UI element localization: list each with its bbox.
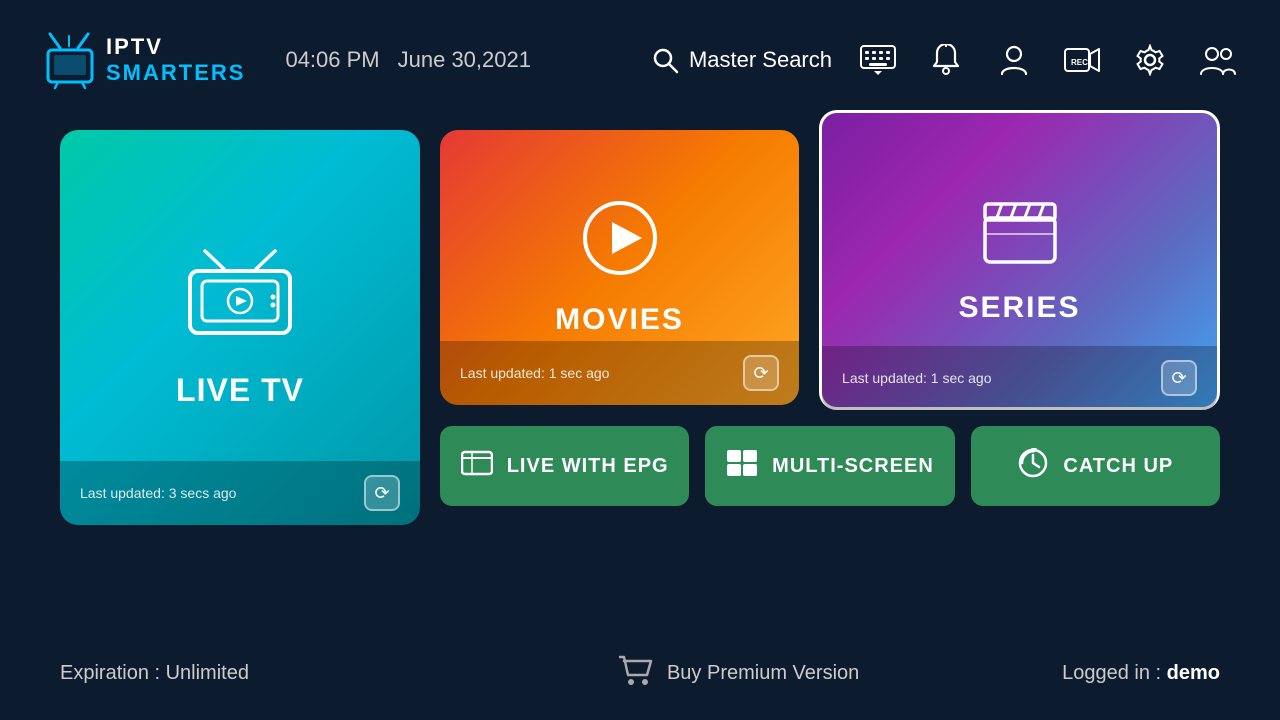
multi-screen-label: MULTI-SCREEN bbox=[772, 455, 934, 478]
buy-premium-button[interactable]: Buy Premium Version bbox=[619, 655, 859, 692]
recording-icon[interactable]: REC bbox=[1060, 38, 1104, 82]
logged-in-label: Logged in : bbox=[1062, 662, 1167, 684]
logged-in-username: demo bbox=[1167, 662, 1220, 684]
series-footer: Last updated: 1 sec ago ⟳ bbox=[822, 346, 1217, 410]
catch-up-button[interactable]: CATCH UP bbox=[971, 426, 1220, 506]
logo-icon bbox=[40, 30, 100, 90]
footer: Expiration : Unlimited Buy Premium Versi… bbox=[0, 655, 1280, 692]
logo-iptv: IPTV bbox=[106, 34, 245, 60]
multi-screen-button[interactable]: MULTI-SCREEN bbox=[705, 426, 954, 506]
master-search-button[interactable]: Master Search bbox=[651, 46, 832, 74]
settings-icon[interactable] bbox=[1128, 38, 1172, 82]
movies-icon bbox=[580, 198, 660, 291]
live-tv-refresh-button[interactable]: ⟳ bbox=[364, 475, 400, 511]
movies-last-updated: Last updated: 1 sec ago bbox=[460, 365, 609, 381]
right-column: MOVIES Last updated: 1 sec ago ⟳ bbox=[440, 130, 1220, 506]
live-tv-footer: Last updated: 3 secs ago ⟳ bbox=[60, 461, 420, 525]
notifications-icon[interactable] bbox=[924, 38, 968, 82]
live-tv-last-updated: Last updated: 3 secs ago bbox=[80, 485, 236, 501]
header-right: Master Search bbox=[651, 38, 1240, 82]
cards-row: LIVE TV Last updated: 3 secs ago ⟳ MOVIE bbox=[60, 130, 1220, 525]
series-label: SERIES bbox=[959, 291, 1081, 325]
live-epg-icon bbox=[461, 449, 493, 484]
movies-footer: Last updated: 1 sec ago ⟳ bbox=[440, 341, 799, 405]
logo-text: IPTV SMARTERS bbox=[106, 34, 245, 86]
search-icon bbox=[651, 46, 679, 74]
cart-icon bbox=[619, 655, 653, 692]
datetime: 04:06 PM June 30,2021 bbox=[285, 47, 531, 73]
movies-card[interactable]: MOVIES Last updated: 1 sec ago ⟳ bbox=[440, 130, 799, 405]
header: IPTV SMARTERS 04:06 PM June 30,2021 Mast… bbox=[0, 0, 1280, 120]
movies-label: MOVIES bbox=[555, 303, 684, 337]
live-epg-button[interactable]: LIVE WITH EPG bbox=[440, 426, 689, 506]
catch-up-icon bbox=[1017, 447, 1049, 486]
keyboard-icon[interactable] bbox=[856, 38, 900, 82]
search-label: Master Search bbox=[689, 47, 832, 73]
series-last-updated: Last updated: 1 sec ago bbox=[842, 370, 991, 386]
multi-user-icon[interactable] bbox=[1196, 38, 1240, 82]
logo-smarters: SMARTERS bbox=[106, 60, 245, 86]
logged-in-area: Logged in : demo bbox=[1062, 662, 1220, 685]
live-epg-label: LIVE WITH EPG bbox=[507, 455, 669, 478]
series-icon bbox=[980, 196, 1060, 279]
live-tv-label: LIVE TV bbox=[176, 372, 304, 409]
series-card[interactable]: SERIES Last updated: 1 sec ago ⟳ bbox=[819, 110, 1220, 410]
series-refresh-button[interactable]: ⟳ bbox=[1161, 360, 1197, 396]
multi-screen-icon bbox=[726, 449, 758, 484]
time-display: 04:06 PM bbox=[285, 47, 379, 73]
catch-up-label: CATCH UP bbox=[1063, 455, 1173, 478]
movies-refresh-button[interactable]: ⟳ bbox=[743, 355, 779, 391]
right-top-row: MOVIES Last updated: 1 sec ago ⟳ bbox=[440, 130, 1220, 410]
bottom-buttons-row: LIVE WITH EPG MULTI-SCREEN bbox=[440, 426, 1220, 506]
svg-text:REC: REC bbox=[1071, 58, 1088, 67]
profile-icon[interactable] bbox=[992, 38, 1036, 82]
buy-premium-label: Buy Premium Version bbox=[667, 662, 859, 685]
main-content: LIVE TV Last updated: 3 secs ago ⟳ MOVIE bbox=[0, 120, 1280, 525]
live-tv-card[interactable]: LIVE TV Last updated: 3 secs ago ⟳ bbox=[60, 130, 420, 525]
expiration-text: Expiration : Unlimited bbox=[60, 662, 249, 685]
live-tv-icon bbox=[180, 247, 300, 352]
date-display: June 30,2021 bbox=[398, 47, 531, 73]
logo-area: IPTV SMARTERS bbox=[40, 30, 245, 90]
